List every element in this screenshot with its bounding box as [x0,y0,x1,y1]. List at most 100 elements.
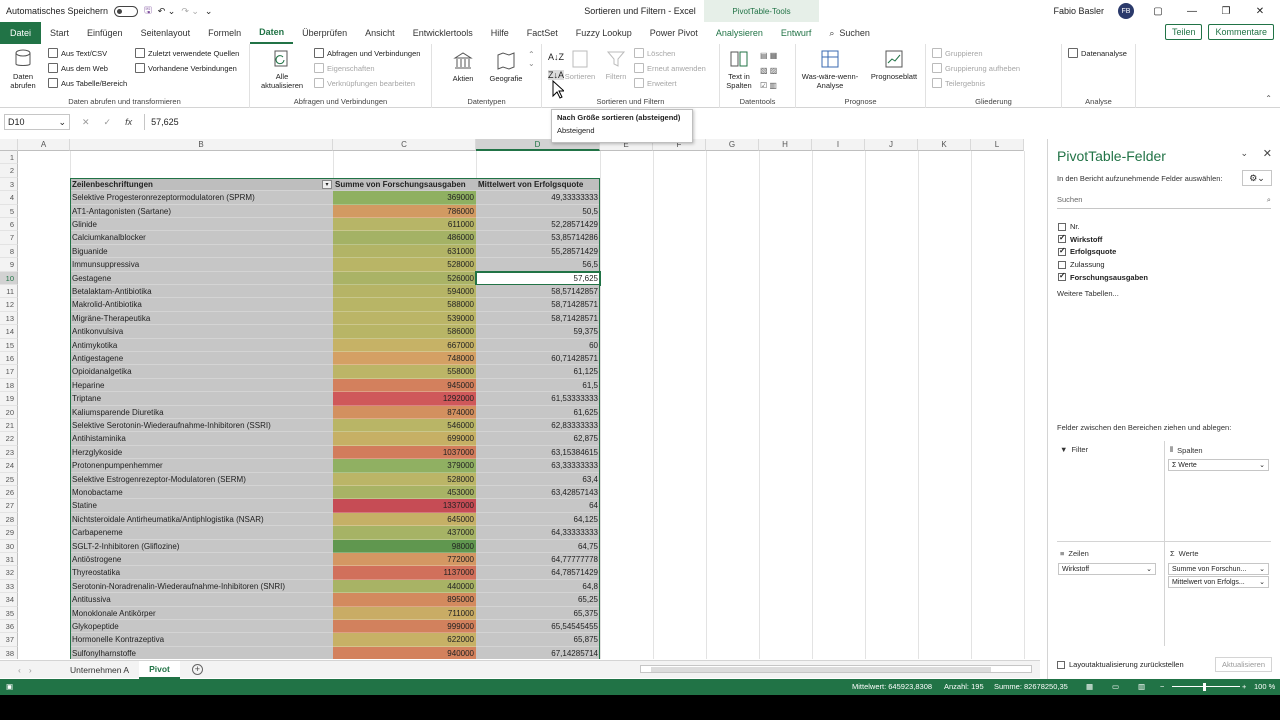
field-search-input[interactable]: Suchen ⌕ [1057,195,1271,209]
properties-button[interactable]: Eigenschaften [314,63,375,73]
data-analysis-button[interactable]: Datenanalyse [1068,48,1127,58]
pivot-mean-cell[interactable]: 64,77777778 [476,553,600,567]
row-header[interactable]: 31 [0,553,18,567]
ribbon-display-icon[interactable]: ▢ [1148,6,1168,17]
tab-entwurf[interactable]: Entwurf [772,22,821,44]
pivot-mean-cell[interactable]: 61,625 [476,405,600,419]
existing-connections-button[interactable]: Vorhandene Verbindungen [135,63,237,73]
row-header[interactable]: 1 [0,151,18,165]
pivot-mean-cell[interactable]: 62,875 [476,432,600,446]
pivot-row-label[interactable]: AT1-Antagonisten (Sartane) [70,204,333,218]
field-checkbox[interactable] [1058,222,1066,231]
autosave-toggle[interactable] [114,5,139,17]
tab-ueberpruefen[interactable]: Überprüfen [293,22,356,44]
pivot-sum-cell[interactable]: 437000 [333,526,476,540]
values-area[interactable]: Σ Werte [1170,549,1199,558]
pivot-mean-cell[interactable]: 65,25 [476,593,600,607]
pivot-mean-cell[interactable]: 64,75 [476,539,600,553]
row-header[interactable]: 10 [0,271,18,285]
stocks-button[interactable]: Aktien [446,50,480,83]
row-header[interactable]: 38 [0,646,18,659]
pivot-sum-cell[interactable]: 711000 [333,606,476,620]
pivot-sum-cell[interactable]: 699000 [333,432,476,446]
row-header[interactable]: 28 [0,512,18,527]
pivot-sum-cell[interactable]: 940000 [333,646,476,659]
pivot-mean-cell[interactable]: 55,28571429 [476,244,600,259]
pivot-sum-cell[interactable]: 1292000 [333,392,476,406]
pivot-mean-cell[interactable]: 53,85714286 [476,231,600,245]
sheet-tab-unternehmen-a[interactable]: Unternehmen A [60,661,139,679]
pivot-row-label[interactable]: Antimykotika [70,338,333,352]
pivot-sum-cell[interactable]: 528000 [333,258,476,272]
what-if-button[interactable]: Was-wäre-wenn-Analyse [796,48,864,90]
tab-ansicht[interactable]: Ansicht [356,22,404,44]
tab-seitenlayout[interactable]: Seitenlayout [132,22,200,44]
pivot-sum-cell[interactable]: 1337000 [333,499,476,513]
row-header[interactable]: 2 [0,164,18,178]
pivot-sum-cell[interactable]: 453000 [333,486,476,500]
page-break-icon[interactable]: ▥ [1138,682,1145,691]
defer-layout-update[interactable]: Layoutaktualisierung zurückstellen [1057,660,1184,669]
zoom-out-icon[interactable]: − [1160,682,1164,691]
page-layout-icon[interactable]: ▭ [1112,682,1119,691]
row-header[interactable]: 6 [0,218,18,232]
pivot-sum-cell[interactable]: 440000 [333,579,476,594]
row-header[interactable]: 8 [0,244,18,259]
from-table-button[interactable]: Aus Tabelle/Bereich [48,78,127,88]
column-header-i[interactable]: I [812,139,865,151]
customize-qat-icon[interactable]: ⌄ [205,6,213,17]
filter-area[interactable]: ▼ Filter [1060,445,1088,454]
row-header[interactable]: 35 [0,606,18,620]
tell-me-search[interactable]: ⌕ Suchen [820,22,879,44]
pivot-row-label[interactable]: Selektive Progesteronrezeptormodulatoren… [70,191,333,205]
pivot-mean-cell[interactable]: 58,57142857 [476,285,600,299]
pivot-sum-cell[interactable]: 945000 [333,378,476,393]
gear-icon[interactable]: ⚙⌄ [1242,170,1272,186]
row-header[interactable]: 26 [0,486,18,500]
pivot-sum-cell[interactable]: 379000 [333,459,476,473]
pivot-mean-cell[interactable]: 65,875 [476,633,600,647]
insert-function-icon[interactable]: fx [125,117,132,128]
pivot-sum-cell[interactable]: 895000 [333,593,476,607]
field-item[interactable]: Erfolgsquote [1058,246,1116,256]
row-header[interactable]: 27 [0,499,18,513]
pivot-row-label[interactable]: Protonenpumpenhemmer [70,459,333,473]
pivot-mean-cell[interactable]: 64,8 [476,579,600,594]
field-item[interactable]: Nr. [1058,222,1080,231]
row-header[interactable]: 13 [0,311,18,326]
tab-factset[interactable]: FactSet [518,22,567,44]
column-header-c[interactable]: C [333,139,476,151]
pivot-sum-cell[interactable]: 526000 [333,271,476,285]
close-icon[interactable]: ✕ [1250,6,1270,17]
pivot-mean-cell[interactable]: 58,71428571 [476,311,600,326]
pivot-row-label[interactable]: Sulfonylharnstoffe [70,646,333,659]
pivot-mean-cell[interactable]: 57,625 [475,270,601,287]
row-header[interactable]: 23 [0,445,18,460]
pivot-sum-cell[interactable]: 486000 [333,231,476,245]
pivot-row-label[interactable]: Antigestagene [70,352,333,366]
from-text-csv-button[interactable]: Aus Text/CSV [48,48,107,58]
pivot-sum-cell[interactable]: 631000 [333,244,476,259]
pivot-sum-cell[interactable]: 1037000 [333,445,476,460]
tab-datei[interactable]: Datei [0,22,42,44]
pivot-sum-cell[interactable]: 98000 [333,539,476,553]
pivot-mean-cell[interactable]: 62,83333333 [476,419,600,433]
pivot-row-label[interactable]: Opioidanalgetika [70,365,333,379]
pivot-row-label[interactable]: Herzglykoside [70,445,333,460]
tab-start[interactable]: Start [41,22,78,44]
defer-checkbox[interactable] [1057,660,1065,669]
pivot-mean-cell[interactable]: 56,5 [476,258,600,272]
pivot-mean-cell[interactable]: 65,375 [476,606,600,620]
row-header[interactable]: 17 [0,365,18,379]
pivot-row-label[interactable]: Biguanide [70,244,333,259]
pivot-row-label[interactable]: Antikonvulsiva [70,325,333,339]
tab-formeln[interactable]: Formeln [199,22,250,44]
zoom-in-icon[interactable]: + [1242,682,1246,691]
column-header-h[interactable]: H [759,139,812,151]
minimize-icon[interactable]: — [1182,6,1202,17]
pivot-mean-cell[interactable]: 64,78571429 [476,566,600,580]
column-header-g[interactable]: G [706,139,759,151]
row-header[interactable]: 9 [0,258,18,272]
pivot-sum-cell[interactable]: 786000 [333,204,476,218]
row-header[interactable]: 14 [0,325,18,339]
